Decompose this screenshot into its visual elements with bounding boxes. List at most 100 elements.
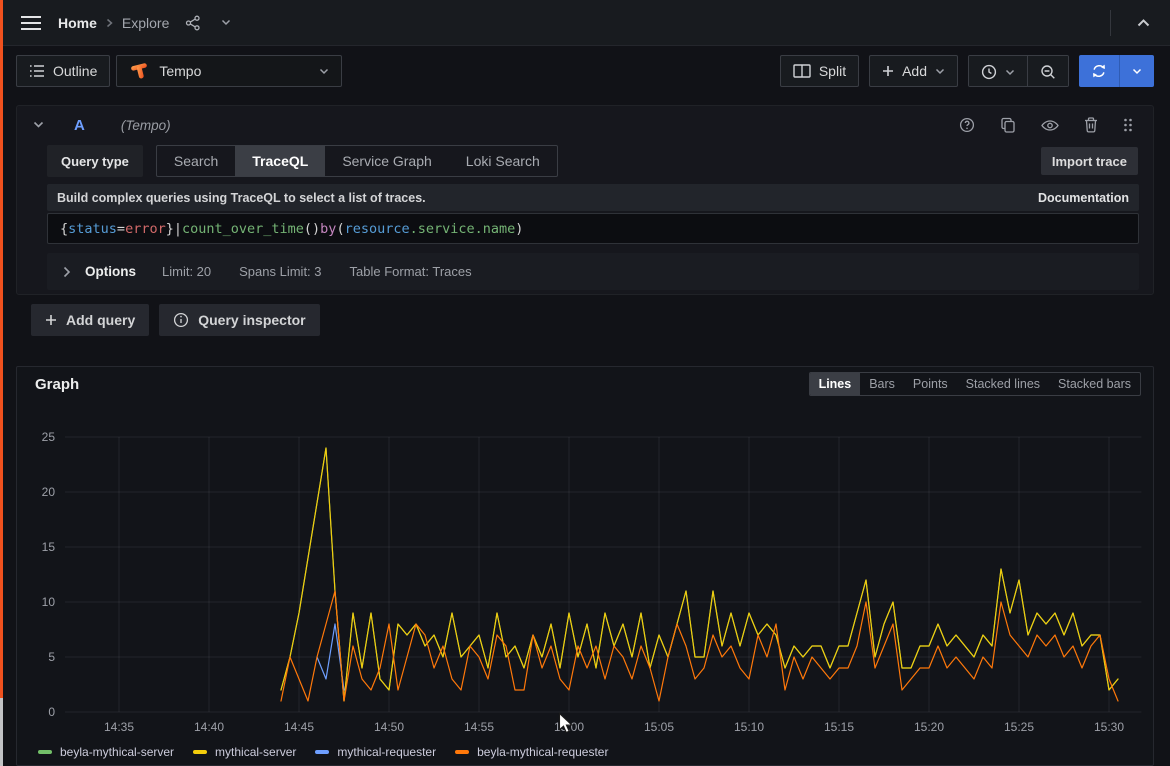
svg-text:15:15: 15:15 bbox=[824, 720, 854, 734]
refresh-button[interactable] bbox=[1079, 55, 1119, 87]
svg-text:15:10: 15:10 bbox=[734, 720, 764, 734]
refresh-button-group bbox=[1079, 55, 1154, 87]
graph-mode-stacked-bars[interactable]: Stacked bars bbox=[1049, 373, 1140, 395]
query-inspector-label: Query inspector bbox=[198, 312, 305, 328]
split-label: Split bbox=[819, 63, 846, 79]
datasource-name: Tempo bbox=[159, 63, 201, 79]
code-token: } bbox=[166, 221, 174, 237]
grip-dots-icon bbox=[1123, 118, 1133, 132]
split-panes-icon bbox=[793, 64, 811, 78]
collapse-topbar-button[interactable] bbox=[1133, 15, 1154, 31]
svg-text:15:30: 15:30 bbox=[1094, 720, 1124, 734]
graph-style-radio-group: Lines Bars Points Stacked lines Stacked … bbox=[809, 372, 1141, 396]
options-label[interactable]: Options bbox=[85, 264, 136, 279]
legend-item-mythical-server[interactable]: mythical-server bbox=[193, 745, 296, 759]
chevron-up-icon bbox=[1137, 19, 1150, 27]
share-shortlink-button[interactable] bbox=[181, 11, 205, 35]
graph-mode-bars[interactable]: Bars bbox=[860, 373, 904, 395]
duplicate-query-button[interactable] bbox=[996, 113, 1020, 137]
legend-label: mythical-server bbox=[215, 745, 296, 759]
graph-panel: Graph Lines Bars Points Stacked lines St… bbox=[16, 366, 1154, 766]
query-editor-card: A (Tempo) Query type Search TraceQL S bbox=[16, 105, 1154, 295]
options-table-format: Table Format: Traces bbox=[350, 264, 472, 279]
remove-query-button[interactable] bbox=[1080, 113, 1102, 137]
legend-swatch bbox=[193, 750, 207, 754]
code-token: ( bbox=[336, 221, 344, 237]
outline-button[interactable]: Outline bbox=[16, 55, 110, 87]
collapse-query-chevron-icon[interactable] bbox=[33, 121, 44, 129]
legend-swatch bbox=[455, 750, 469, 754]
svg-text:14:35: 14:35 bbox=[104, 720, 134, 734]
graph-mode-stacked-lines[interactable]: Stacked lines bbox=[957, 373, 1049, 395]
chevron-down-icon bbox=[221, 19, 231, 26]
drag-query-handle[interactable] bbox=[1119, 114, 1137, 136]
query-header-actions bbox=[955, 113, 1137, 137]
svg-text:14:50: 14:50 bbox=[374, 720, 404, 734]
import-trace-button[interactable]: Import trace bbox=[1041, 147, 1138, 175]
share-caret-button[interactable] bbox=[217, 15, 235, 30]
timeseries-chart[interactable]: 051015202514:3514:4014:4514:5014:5515:00… bbox=[17, 401, 1153, 745]
chevron-down-icon bbox=[1132, 68, 1142, 75]
code-token: error bbox=[125, 221, 166, 237]
graph-mode-lines[interactable]: Lines bbox=[810, 373, 861, 395]
share-alt-icon bbox=[185, 15, 201, 31]
traceql-help-text: Build complex queries using TraceQL to s… bbox=[57, 191, 426, 205]
breadcrumb-home[interactable]: Home bbox=[58, 15, 97, 31]
query-type-service-graph[interactable]: Service Graph bbox=[325, 146, 448, 176]
time-picker-button[interactable] bbox=[969, 56, 1027, 87]
breadcrumb-explore[interactable]: Explore bbox=[122, 15, 169, 31]
svg-text:14:55: 14:55 bbox=[464, 720, 494, 734]
chevron-right-icon bbox=[106, 18, 113, 28]
svg-text:15: 15 bbox=[42, 540, 56, 554]
graph-mode-points[interactable]: Points bbox=[904, 373, 957, 395]
legend-swatch bbox=[38, 750, 52, 754]
query-type-radio-group: Search TraceQL Service Graph Loki Search bbox=[156, 145, 558, 177]
split-button[interactable]: Split bbox=[780, 55, 859, 87]
svg-text:15:05: 15:05 bbox=[644, 720, 674, 734]
query-actions-row: Add query Query inspector bbox=[31, 304, 320, 336]
code-token: .service.name bbox=[410, 221, 516, 237]
plus-icon bbox=[45, 314, 57, 326]
svg-text:14:45: 14:45 bbox=[284, 720, 314, 734]
outline-list-icon bbox=[29, 64, 45, 78]
chevron-down-icon bbox=[319, 68, 329, 75]
query-type-row: Query type Search TraceQL Service Graph … bbox=[47, 145, 1138, 177]
query-datasource-hint: (Tempo) bbox=[121, 118, 171, 133]
query-inspector-button[interactable]: Query inspector bbox=[159, 304, 319, 336]
refresh-interval-caret-button[interactable] bbox=[1120, 55, 1154, 87]
legend-item-mythical-requester[interactable]: mythical-requester bbox=[315, 745, 436, 759]
top-nav-bar: Home Explore bbox=[0, 0, 1170, 46]
svg-text:14:40: 14:40 bbox=[194, 720, 224, 734]
chevron-down-icon bbox=[1005, 69, 1015, 76]
datasource-picker[interactable]: Tempo bbox=[116, 55, 342, 87]
explore-toolbar: Outline Tempo Split Add bbox=[16, 55, 1154, 87]
query-row-header[interactable]: A (Tempo) bbox=[17, 106, 1153, 144]
traceql-help-bar: Build complex queries using TraceQL to s… bbox=[47, 184, 1139, 211]
query-type-traceql[interactable]: TraceQL bbox=[235, 146, 325, 176]
add-query-button[interactable]: Add query bbox=[31, 304, 149, 336]
options-expand-chevron-icon[interactable] bbox=[63, 266, 71, 278]
svg-text:5: 5 bbox=[48, 650, 55, 664]
traceql-query-input[interactable]: {status=error} | count_over_time() by (r… bbox=[47, 213, 1139, 244]
graph-title: Graph bbox=[35, 376, 79, 393]
mega-menu-toggle-button[interactable] bbox=[16, 11, 46, 35]
documentation-link[interactable]: Documentation bbox=[1038, 191, 1129, 205]
query-type-label: Query type bbox=[47, 145, 143, 177]
topbar-divider bbox=[1110, 10, 1111, 36]
zoom-out-time-button[interactable] bbox=[1028, 56, 1068, 87]
add-query-label: Add query bbox=[66, 312, 135, 328]
add-button[interactable]: Add bbox=[869, 55, 958, 87]
outline-label: Outline bbox=[53, 63, 97, 79]
plus-icon bbox=[882, 65, 894, 77]
query-help-button[interactable] bbox=[955, 113, 979, 137]
query-type-search[interactable]: Search bbox=[157, 146, 235, 176]
query-type-loki-search[interactable]: Loki Search bbox=[449, 146, 557, 176]
query-options-row: Options Limit: 20 Spans Limit: 3 Table F… bbox=[47, 253, 1139, 290]
code-token: { bbox=[60, 221, 68, 237]
legend-label: beyla-mythical-server bbox=[60, 745, 174, 759]
legend-item-beyla-mythical-server[interactable]: beyla-mythical-server bbox=[38, 745, 174, 759]
legend-item-beyla-mythical-requester[interactable]: beyla-mythical-requester bbox=[455, 745, 608, 759]
disable-query-button[interactable] bbox=[1037, 115, 1063, 136]
options-spans-limit: Spans Limit: 3 bbox=[239, 264, 321, 279]
eye-icon bbox=[1041, 119, 1059, 132]
